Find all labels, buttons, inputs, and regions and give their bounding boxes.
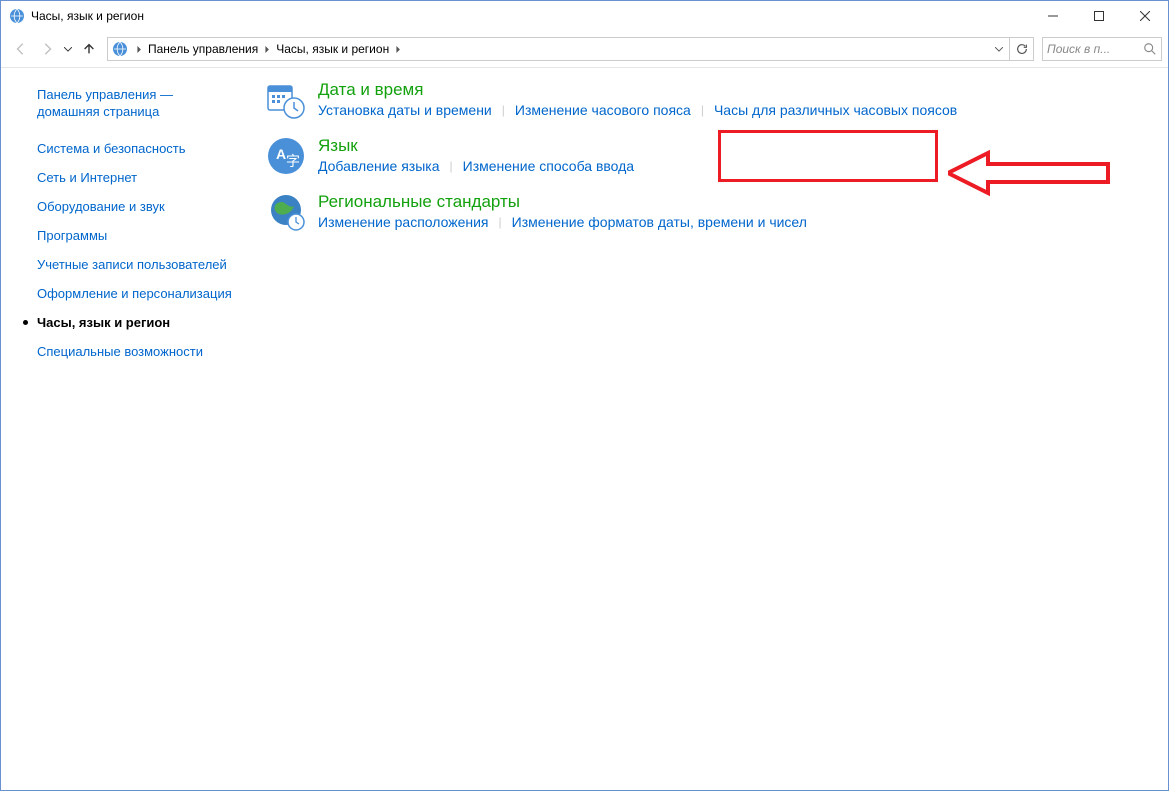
chevron-right-icon[interactable] xyxy=(391,38,405,60)
title-bar: Часы, язык и регион xyxy=(1,1,1168,31)
content-area: Дата и время Установка даты и времени | … xyxy=(246,68,1168,790)
window-title: Часы, язык и регион xyxy=(31,9,144,23)
nav-bar: Панель управления Часы, язык и регион По… xyxy=(1,31,1168,67)
separator: | xyxy=(450,159,453,173)
sidebar-item-appearance[interactable]: Оформление и персонализация xyxy=(37,285,238,302)
language-icon: A 字 xyxy=(266,136,306,176)
sidebar: Панель управления — домашняя страница Си… xyxy=(1,68,246,790)
address-bar[interactable]: Панель управления Часы, язык и регион xyxy=(107,37,1034,61)
clock-calendar-icon xyxy=(266,80,306,120)
nav-up-button[interactable] xyxy=(77,37,101,61)
category-date-time: Дата и время Установка даты и времени | … xyxy=(266,80,1148,120)
sidebar-item-programs[interactable]: Программы xyxy=(37,227,238,244)
category-region: Региональные стандарты Изменение располо… xyxy=(266,192,1148,232)
search-icon xyxy=(1143,42,1157,56)
search-input[interactable]: Поиск в п... xyxy=(1042,37,1162,61)
separator: | xyxy=(499,215,502,229)
category-title[interactable]: Язык xyxy=(318,136,634,156)
close-button[interactable] xyxy=(1122,1,1168,31)
svg-text:字: 字 xyxy=(286,153,300,169)
region-globe-icon xyxy=(266,192,306,232)
refresh-button[interactable] xyxy=(1009,38,1033,60)
sidebar-item-network-internet[interactable]: Сеть и Интернет xyxy=(37,169,238,186)
link-change-location[interactable]: Изменение расположения xyxy=(318,214,489,230)
nav-back-button[interactable] xyxy=(9,37,33,61)
link-additional-clocks[interactable]: Часы для различных часовых поясов xyxy=(714,102,957,118)
link-change-timezone[interactable]: Изменение часового пояса xyxy=(515,102,691,118)
address-dropdown[interactable] xyxy=(989,38,1009,60)
sidebar-item-system-security[interactable]: Система и безопасность xyxy=(37,140,238,157)
chevron-right-icon[interactable] xyxy=(260,38,274,60)
nav-recent-dropdown[interactable] xyxy=(61,47,75,52)
sidebar-home-link[interactable]: Панель управления — домашняя страница xyxy=(37,86,238,120)
link-change-input-method[interactable]: Изменение способа ввода xyxy=(463,158,634,174)
address-bar-icon xyxy=(112,41,128,57)
separator: | xyxy=(502,103,505,117)
link-change-formats[interactable]: Изменение форматов даты, времени и чисел xyxy=(512,214,807,230)
window-controls xyxy=(1030,1,1168,31)
category-language: A 字 Язык Добавление языка | Изменение сп… xyxy=(266,136,1148,176)
search-placeholder: Поиск в п... xyxy=(1047,42,1139,56)
sidebar-item-hardware-sound[interactable]: Оборудование и звук xyxy=(37,198,238,215)
link-add-language[interactable]: Добавление языка xyxy=(318,158,440,174)
sidebar-item-user-accounts[interactable]: Учетные записи пользователей xyxy=(37,256,238,273)
link-set-date-time[interactable]: Установка даты и времени xyxy=(318,102,492,118)
breadcrumb-root[interactable]: Панель управления xyxy=(146,38,260,60)
separator: | xyxy=(701,103,704,117)
svg-text:A: A xyxy=(276,146,286,162)
breadcrumb-current[interactable]: Часы, язык и регион xyxy=(274,38,391,60)
nav-forward-button[interactable] xyxy=(35,37,59,61)
minimize-button[interactable] xyxy=(1030,1,1076,31)
category-title[interactable]: Региональные стандарты xyxy=(318,192,807,212)
sidebar-item-accessibility[interactable]: Специальные возможности xyxy=(37,343,238,360)
category-title[interactable]: Дата и время xyxy=(318,80,957,100)
sidebar-item-clock-language-region[interactable]: Часы, язык и регион xyxy=(37,314,238,331)
maximize-button[interactable] xyxy=(1076,1,1122,31)
chevron-right-icon[interactable] xyxy=(132,38,146,60)
app-icon xyxy=(9,8,25,24)
